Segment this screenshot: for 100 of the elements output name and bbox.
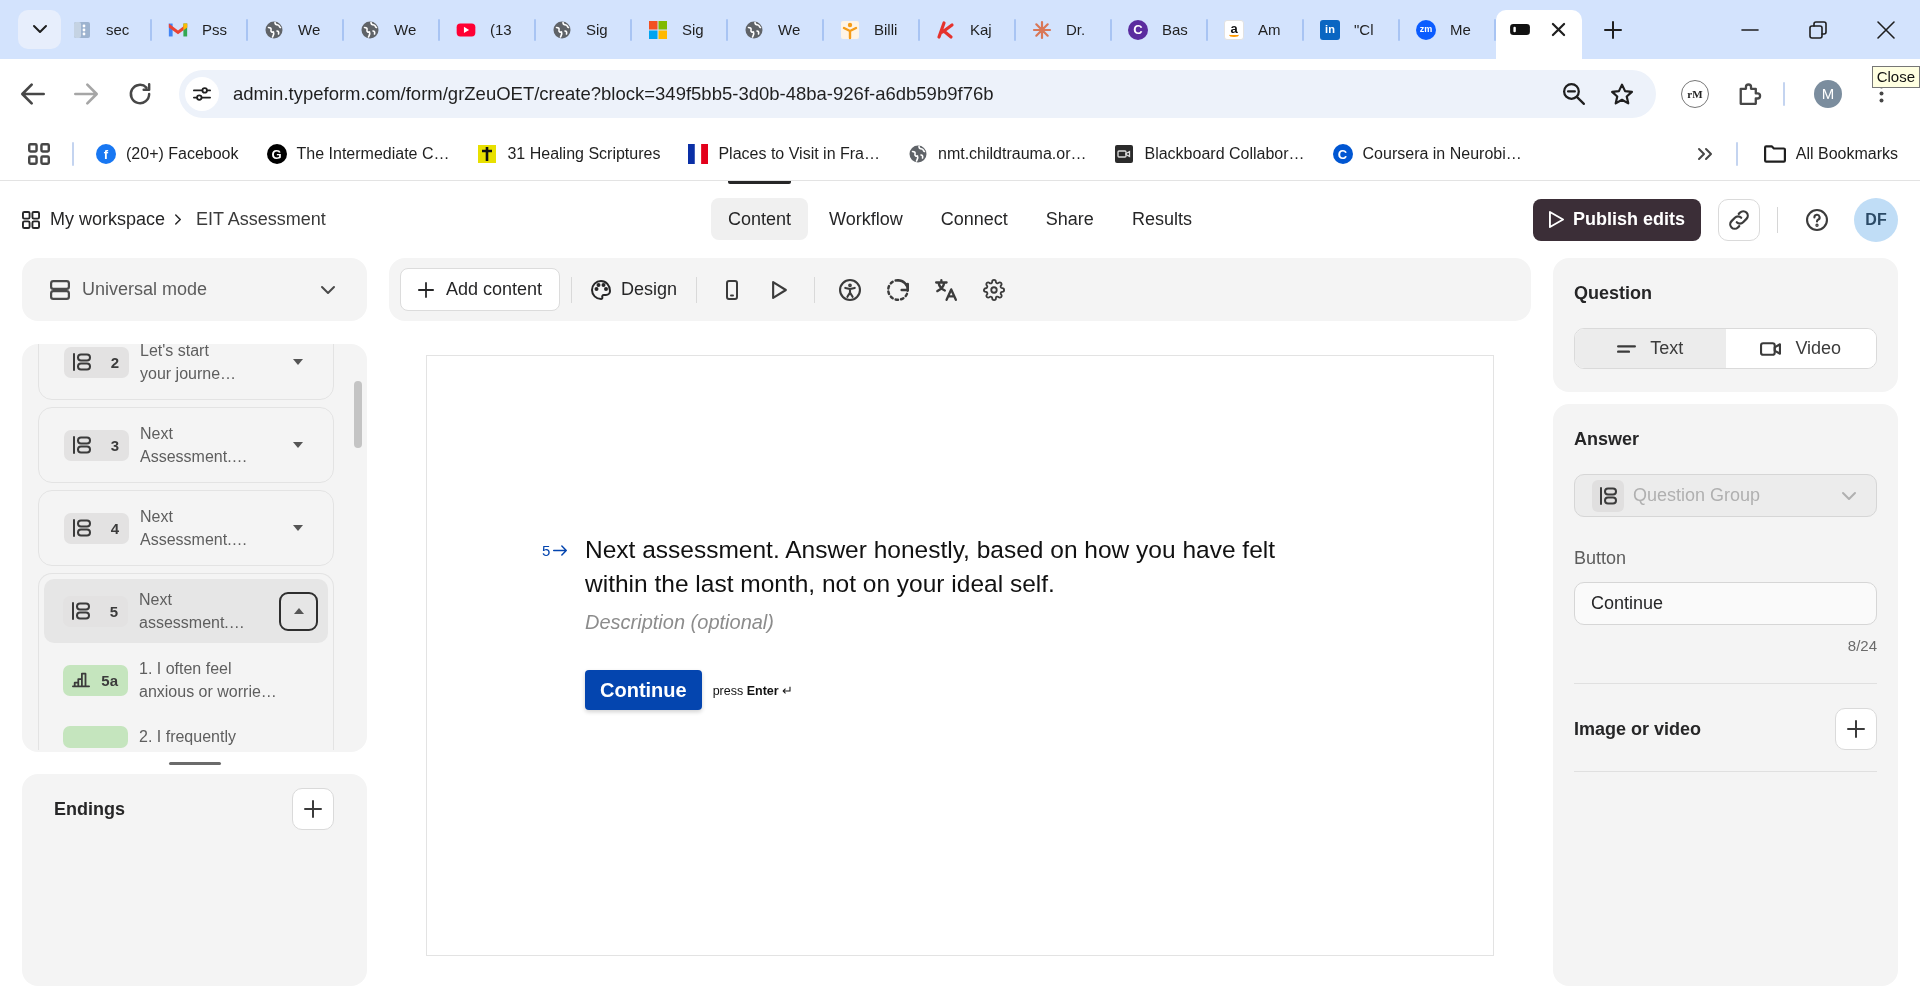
square-logo-icon: in (1320, 19, 1340, 40)
nav-tab[interactable]: Results (1114, 198, 1209, 240)
browser-tab[interactable]: Kaj (920, 10, 1016, 59)
add-content-button[interactable]: Add content (400, 268, 561, 311)
format-tab[interactable]: Text (1575, 329, 1726, 368)
description-field[interactable]: Description (optional) (585, 607, 1005, 637)
restore-icon[interactable] (1809, 20, 1827, 39)
outline-item[interactable]: 3 Next Assessment.… (38, 407, 334, 483)
star-icon[interactable] (1611, 82, 1633, 105)
globe-icon (264, 19, 284, 40)
mobile-icon[interactable] (726, 279, 739, 300)
address-bar[interactable]: admin.typeform.com/form/grZeuOET/create?block=349f5bb5-3d0b-48ba-926f-a6db59b9f76b (179, 69, 1656, 118)
browser-tab[interactable]: We (728, 10, 824, 59)
zoom-out-icon[interactable] (1563, 82, 1585, 105)
caret-down-icon[interactable] (292, 525, 303, 531)
back-arrow-icon[interactable] (21, 81, 45, 106)
outline-item[interactable]: 5a 1. I often feel anxious or worrie… (44, 649, 328, 711)
bookmark-link[interactable]: G The Intermediate C… (266, 144, 450, 164)
plus-icon (1847, 720, 1865, 738)
outline-item[interactable]: 2 Let's start your journe… (38, 344, 334, 400)
minimize-icon[interactable] (1741, 28, 1759, 31)
collapse-button[interactable] (279, 591, 318, 631)
browser-tab[interactable]: sec (56, 10, 152, 59)
bookmark-link[interactable]: 31 Healing Scriptures (477, 144, 661, 164)
browser-tab[interactable]: Pss (152, 10, 248, 59)
plus-icon (418, 281, 434, 298)
browser-tab[interactable]: in "Cl (1304, 10, 1400, 59)
accessibility-icon[interactable] (839, 278, 862, 301)
question-text[interactable]: Next assessment. Answer honestly, based on how you have felt within the last month, not on your ideal self. (585, 533, 1300, 601)
workspace-link[interactable]: My workspace (22, 209, 166, 230)
letter-logo-icon: f (96, 144, 116, 164)
browser-tab[interactable]: We (248, 10, 344, 59)
tab-search-button[interactable] (18, 9, 61, 49)
chevron-down-icon (321, 285, 335, 294)
browser-tab[interactable]: Sig (632, 10, 728, 59)
globe-icon (552, 19, 572, 40)
button-text-field[interactable]: Continue (1574, 582, 1877, 625)
scrollbar-thumb[interactable] (354, 381, 362, 448)
reload-icon[interactable] (129, 82, 151, 105)
grid-icon (22, 210, 40, 229)
all-bookmarks-button[interactable]: All Bookmarks (1763, 143, 1898, 165)
item-title: Next Assessment.… (140, 424, 248, 467)
group-icon (72, 602, 90, 620)
translate-icon[interactable] (935, 278, 958, 301)
continue-button[interactable]: Continue (585, 670, 702, 710)
browser-tab[interactable]: Dr. (1016, 10, 1112, 59)
bookmark-link[interactable]: Places to Visit in Fra… (688, 144, 880, 164)
field-label: Button (1574, 547, 1628, 569)
stacked-rows-icon (50, 279, 70, 300)
nav-tab[interactable]: Share (1028, 198, 1111, 240)
browser-tab[interactable]: (13 (440, 10, 536, 59)
nav-tab[interactable]: Content (711, 198, 809, 240)
browser-tab[interactable]: a Am (1208, 10, 1304, 59)
resize-handle[interactable] (168, 761, 221, 765)
browser-tab[interactable]: Sig (536, 10, 632, 59)
outline-item[interactable]: 2. I frequently (44, 717, 328, 750)
bookmark-link[interactable]: C Coursera in Neurobi… (1332, 144, 1522, 164)
window-close-icon[interactable] (1877, 20, 1895, 39)
outline-item[interactable]: 4 Next Assessment.… (38, 490, 334, 566)
double-chevron-icon[interactable] (1697, 148, 1712, 160)
refresh-icon[interactable] (887, 278, 910, 301)
caret-down-icon[interactable] (292, 442, 303, 448)
caret-down-icon[interactable] (292, 359, 303, 365)
site-info-button[interactable] (185, 76, 219, 111)
section-title: Image or video (1574, 718, 1702, 740)
apps-grid-icon[interactable] (28, 143, 50, 165)
design-button[interactable]: Design (583, 268, 686, 311)
globe-icon (360, 19, 380, 40)
puzzle-icon[interactable] (1739, 82, 1761, 105)
nav-tab[interactable]: Workflow (812, 198, 920, 240)
sliders-icon (193, 84, 211, 103)
palette-icon (591, 279, 612, 300)
settings-icon[interactable] (983, 278, 1006, 301)
bookmark-link[interactable]: f (20+) Facebook (96, 144, 239, 164)
browser-tab[interactable]: C Bas (1112, 10, 1208, 59)
browser-tab[interactable]: zm Me (1400, 10, 1496, 59)
bookmark-link[interactable]: Blackboard Collabor… (1114, 144, 1305, 164)
add-ending-button[interactable] (292, 788, 334, 830)
mode-select[interactable]: Universal mode (22, 258, 367, 321)
browser-tab[interactable]: Billi (824, 10, 920, 59)
bar-chart-icon (72, 671, 90, 689)
globe-icon (908, 144, 928, 164)
section-title: Answer (1574, 428, 1641, 450)
letter-logo-icon: C (1332, 144, 1353, 164)
tooltip: Close (1871, 66, 1920, 88)
add-media-button[interactable] (1835, 708, 1877, 750)
browser-tab[interactable]: We (344, 10, 440, 59)
outline-item[interactable]: 5 Next assessment.… (44, 579, 328, 643)
tab-close-icon[interactable] (1552, 23, 1565, 36)
nav-tab[interactable]: Connect (923, 198, 1025, 240)
copy-link-button[interactable] (1718, 198, 1760, 241)
user-avatar[interactable]: DF (1854, 197, 1898, 242)
publish-button[interactable]: Publish edits (1532, 198, 1701, 241)
play-icon[interactable] (772, 280, 788, 299)
bookmark-link[interactable]: nmt.childtrauma.or… (908, 144, 1087, 164)
browser-tab[interactable] (1496, 10, 1582, 59)
help-icon[interactable] (1806, 208, 1828, 231)
form-title: EIT Assessment (196, 209, 326, 230)
person-icon (840, 19, 860, 40)
new-tab-icon[interactable] (1604, 20, 1622, 39)
